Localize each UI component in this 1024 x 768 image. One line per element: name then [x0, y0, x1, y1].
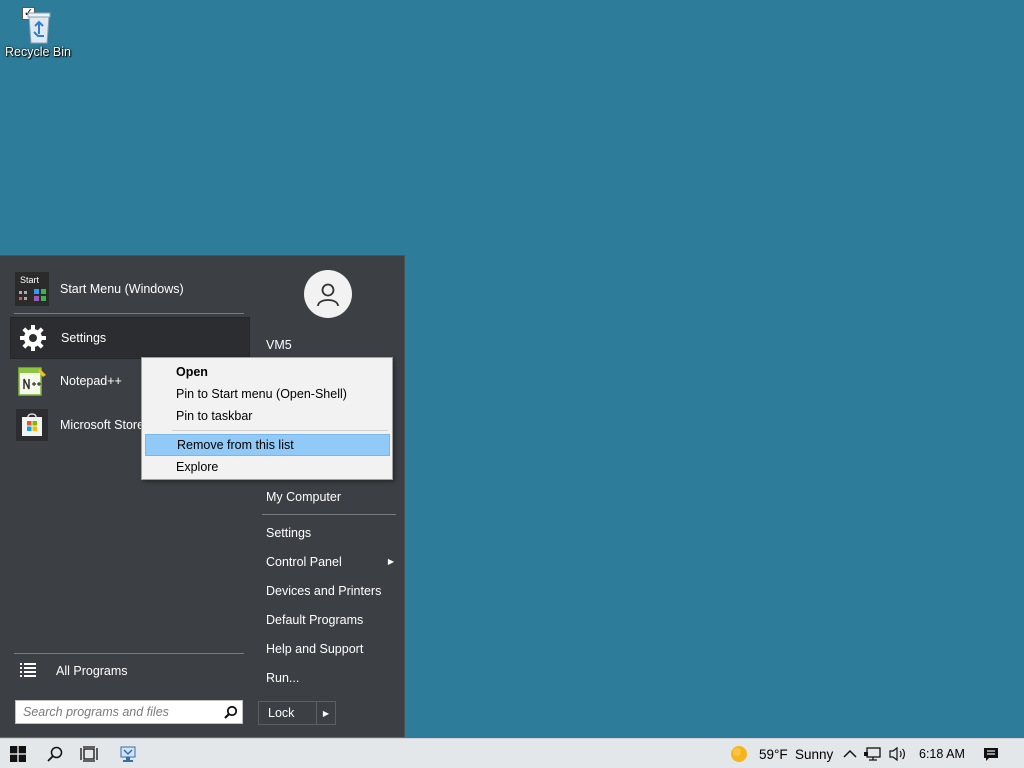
- user-avatar[interactable]: [304, 270, 352, 318]
- context-item-pin-to-start-menu[interactable]: Pin to Start menu (Open-Shell): [145, 383, 390, 405]
- task-view-button[interactable]: [72, 739, 106, 768]
- right-item-devices-and-printers[interactable]: Devices and Printers: [258, 577, 398, 604]
- context-item-label: Open: [176, 365, 208, 379]
- pinned-app-button[interactable]: [111, 739, 145, 768]
- lock-options-arrow-icon[interactable]: ▶: [317, 709, 335, 718]
- right-item-label: Settings: [266, 525, 312, 540]
- user-icon: [317, 283, 339, 307]
- program-label: Notepad++: [60, 374, 122, 388]
- context-item-label: Pin to taskbar: [176, 409, 253, 423]
- context-separator: [172, 430, 388, 431]
- search-taskbar-button[interactable]: [38, 739, 72, 768]
- context-item-label: Remove from this list: [177, 438, 294, 452]
- lock-button[interactable]: Lock: [259, 702, 317, 724]
- search-box[interactable]: [15, 700, 243, 724]
- notepad-plus-plus-icon: [14, 363, 50, 399]
- right-item-control-panel[interactable]: Control Panel ▶: [258, 548, 398, 575]
- right-item-default-programs[interactable]: Default Programs: [258, 606, 398, 633]
- separator: [262, 514, 396, 515]
- context-item-pin-to-taskbar[interactable]: Pin to taskbar: [145, 405, 390, 427]
- right-item-settings[interactable]: Settings: [258, 519, 398, 546]
- weather-condition[interactable]: Sunny: [795, 739, 833, 768]
- clock[interactable]: 6:18 AM: [919, 739, 965, 768]
- recycle-bin-desktop-icon[interactable]: ✓ Recycle Bin: [4, 4, 72, 68]
- sun-icon: [731, 746, 747, 762]
- all-programs-label: All Programs: [56, 664, 128, 678]
- network-icon: [864, 747, 881, 761]
- speaker-icon: [889, 746, 905, 762]
- list-icon: [20, 662, 48, 680]
- start-menu: Start Start Menu (Windows) Settings Note…: [0, 255, 405, 737]
- right-item-label: Control Panel: [266, 554, 342, 569]
- user-name-item[interactable]: VM5: [258, 331, 398, 358]
- windows-logo-icon: [10, 746, 26, 762]
- volume-tray-button[interactable]: [883, 739, 913, 768]
- context-item-remove-from-list[interactable]: Remove from this list: [145, 434, 390, 456]
- store-bag-icon: [14, 407, 50, 443]
- right-item-label: My Computer: [266, 489, 342, 504]
- right-item-label: Devices and Printers: [266, 583, 382, 598]
- all-programs-button[interactable]: All Programs: [14, 654, 244, 688]
- action-center-button[interactable]: [974, 739, 1008, 768]
- search-input[interactable]: [16, 702, 220, 722]
- start-menu-places-column: VM5 My Computer Settings Control Panel ▶…: [258, 256, 404, 737]
- submenu-arrow-icon: ▶: [387, 557, 394, 566]
- context-item-open[interactable]: Open: [145, 361, 390, 383]
- program-start-menu-windows[interactable]: Start Start Menu (Windows): [10, 268, 250, 310]
- start-tile-text: Start: [20, 275, 40, 285]
- recycle-bin-label: Recycle Bin: [5, 45, 71, 59]
- taskbar: 59°F Sunny 6:18 AM: [0, 738, 1024, 768]
- right-item-run[interactable]: Run...: [258, 664, 398, 691]
- right-item-label: Default Programs: [266, 612, 364, 627]
- program-settings[interactable]: Settings: [10, 317, 250, 359]
- program-label: Settings: [61, 331, 107, 345]
- user-name: VM5: [266, 337, 292, 352]
- gear-icon: [15, 320, 51, 356]
- right-item-help-and-support[interactable]: Help and Support: [258, 635, 398, 662]
- right-item-label: Help and Support: [266, 641, 364, 656]
- notification-icon: [984, 747, 998, 761]
- context-item-label: Explore: [176, 460, 219, 474]
- context-menu: Open Pin to Start menu (Open-Shell) Pin …: [141, 357, 393, 480]
- start-button[interactable]: [1, 739, 35, 768]
- recycle-bin-icon: [27, 12, 51, 44]
- start-menu-programs-column: Start Start Menu (Windows) Settings Note…: [0, 256, 252, 737]
- weather-temperature[interactable]: 59°F: [759, 739, 788, 768]
- right-item-my-computer[interactable]: My Computer: [258, 483, 398, 510]
- right-item-label: Run...: [266, 670, 300, 685]
- start-menu-app-icon: Start: [14, 271, 50, 307]
- context-item-explore[interactable]: Explore: [145, 456, 390, 478]
- remote-desktop-icon: [120, 746, 136, 762]
- separator: [14, 313, 244, 314]
- chevron-up-icon: [843, 749, 857, 758]
- task-view-icon: [80, 746, 98, 762]
- program-label: Microsoft Store: [60, 418, 145, 432]
- lock-label: Lock: [268, 706, 295, 720]
- search-icon[interactable]: [220, 705, 242, 719]
- program-label: Start Menu (Windows): [60, 282, 184, 296]
- lock-button-group: Lock ▶: [258, 701, 336, 725]
- search-icon: [47, 746, 63, 762]
- weather-widget-icon[interactable]: [722, 739, 756, 768]
- context-item-label: Pin to Start menu (Open-Shell): [176, 387, 347, 401]
